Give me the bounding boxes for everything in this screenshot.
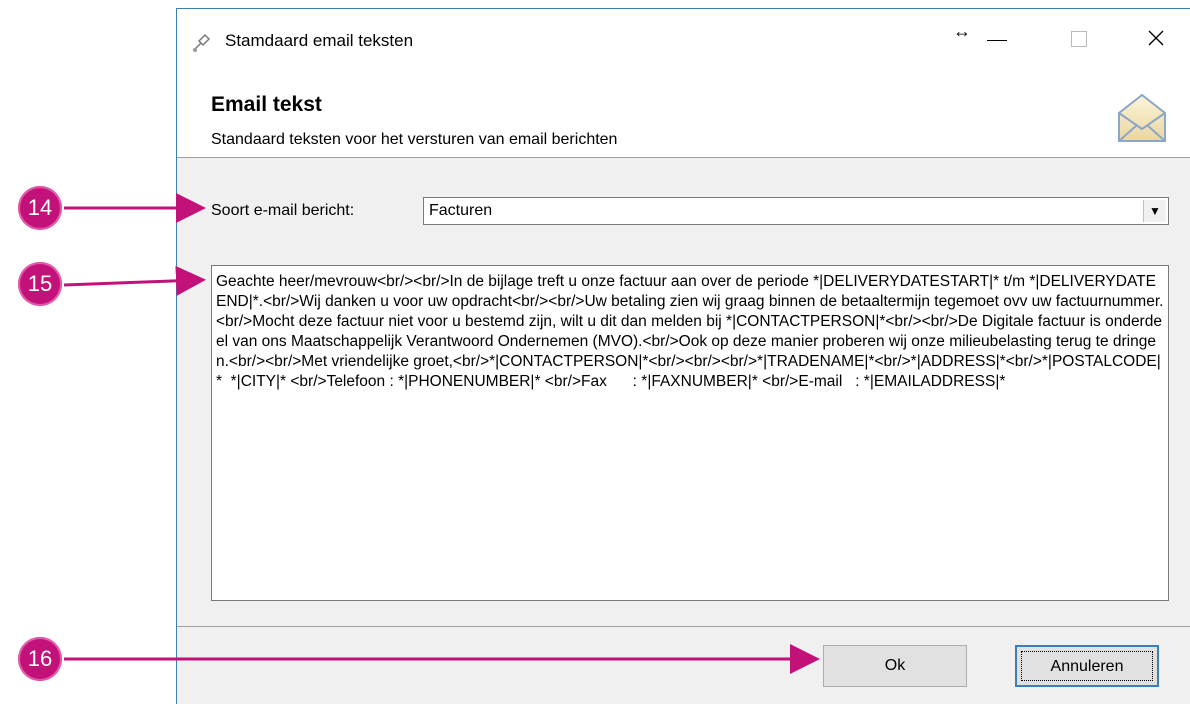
screenshot-stage: Stamdaard email teksten ↔ Email tekst St…: [0, 0, 1190, 704]
callout-badge-14: 14: [18, 186, 62, 230]
callout-arrows: [63, 193, 820, 674]
callout-badge-16: 16: [18, 637, 62, 681]
callout-badge-15: 15: [18, 262, 62, 306]
callout-arrow-15: [63, 265, 206, 296]
